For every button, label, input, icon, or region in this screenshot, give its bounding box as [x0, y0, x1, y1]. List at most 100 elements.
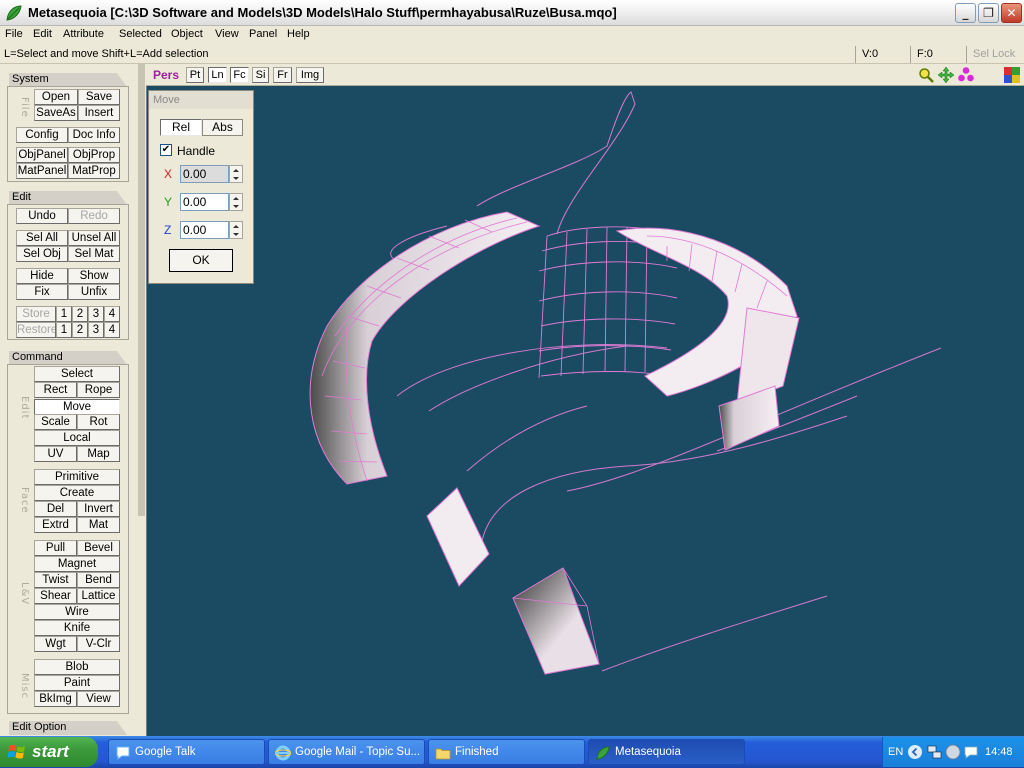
primitive-tool-button[interactable]: Primitive: [34, 469, 120, 485]
rope-tool-button[interactable]: Rope: [77, 382, 120, 398]
store-slot-1[interactable]: 1: [56, 306, 72, 322]
doc-info-button[interactable]: Doc Info: [68, 127, 120, 143]
sel-all-button[interactable]: Sel All: [16, 230, 68, 246]
store-slot-3[interactable]: 3: [88, 306, 104, 322]
paint-tool-button[interactable]: Paint: [34, 675, 120, 691]
wire-tool-button[interactable]: Wire: [34, 604, 120, 620]
pull-tool-button[interactable]: Pull: [34, 540, 77, 556]
blob-tool-button[interactable]: Blob: [34, 659, 120, 675]
bkimg-tool-button[interactable]: BkImg: [34, 691, 77, 707]
move-dialog-title[interactable]: Move: [149, 91, 253, 109]
y-value-input[interactable]: 0.00: [180, 193, 229, 211]
objpanel-button[interactable]: ObjPanel: [16, 147, 68, 163]
insert-button[interactable]: Insert: [78, 105, 120, 121]
del-tool-button[interactable]: Del: [34, 501, 77, 517]
sel-obj-button[interactable]: Sel Obj: [16, 246, 68, 262]
point-toggle[interactable]: Pt: [186, 67, 204, 83]
3d-viewport[interactable]: [146, 86, 1024, 736]
network-icon[interactable]: [927, 744, 943, 760]
store-slot-4[interactable]: 4: [104, 306, 120, 322]
y-spinner[interactable]: [229, 193, 243, 211]
shear-tool-button[interactable]: Shear: [34, 588, 77, 604]
view-mode-label[interactable]: Pers: [153, 68, 179, 82]
bend-tool-button[interactable]: Bend: [77, 572, 120, 588]
rot-tool-button[interactable]: Rot: [77, 414, 120, 430]
task-google-mail[interactable]: Google Mail - Topic Su...: [268, 739, 425, 765]
restore-button[interactable]: Restore: [16, 322, 56, 338]
menu-panel[interactable]: Panel: [249, 28, 277, 40]
zoom-icon[interactable]: [918, 67, 934, 83]
restore-slot-2[interactable]: 2: [72, 322, 88, 338]
menu-edit[interactable]: Edit: [33, 28, 52, 40]
x-spinner[interactable]: [229, 165, 243, 183]
menu-object[interactable]: Object: [171, 28, 203, 40]
local-tool-button[interactable]: Local: [34, 430, 120, 446]
hide-button[interactable]: Hide: [16, 268, 68, 284]
menu-selected[interactable]: Selected: [119, 28, 162, 40]
store-button[interactable]: Store: [16, 306, 56, 322]
select-tool-button[interactable]: Select: [34, 366, 120, 382]
fix-button[interactable]: Fix: [16, 284, 68, 300]
language-indicator[interactable]: EN: [888, 746, 903, 758]
task-metasequoia[interactable]: Metasequoia: [588, 739, 745, 765]
restore-slot-4[interactable]: 4: [104, 322, 120, 338]
frame-toggle[interactable]: Fr: [273, 67, 292, 83]
rel-tab[interactable]: Rel: [160, 119, 202, 136]
invert-tool-button[interactable]: Invert: [77, 501, 120, 517]
show-button[interactable]: Show: [68, 268, 120, 284]
menu-help[interactable]: Help: [287, 28, 310, 40]
silhouette-toggle[interactable]: Si: [252, 67, 269, 83]
z-value-input[interactable]: 0.00: [180, 221, 229, 239]
open-button[interactable]: Open: [34, 89, 78, 105]
redo-button[interactable]: Redo: [68, 208, 120, 224]
start-button[interactable]: start: [0, 737, 98, 767]
view-tool-button[interactable]: View: [77, 691, 120, 707]
chevron-left-icon[interactable]: [907, 744, 923, 760]
unfix-button[interactable]: Unfix: [68, 284, 120, 300]
x-value-input[interactable]: 0.00: [180, 165, 229, 183]
scale-tool-button[interactable]: Scale: [34, 414, 77, 430]
handle-checkbox[interactable]: ✔: [160, 144, 172, 156]
create-tool-button[interactable]: Create: [34, 485, 120, 501]
extrd-tool-button[interactable]: Extrd: [34, 517, 77, 533]
move-view-icon[interactable]: [938, 67, 954, 83]
save-button[interactable]: Save: [78, 89, 120, 105]
ok-button[interactable]: OK: [169, 249, 233, 272]
sel-lock-button[interactable]: Sel Lock: [966, 46, 1024, 63]
bevel-tool-button[interactable]: Bevel: [77, 540, 120, 556]
map-tool-button[interactable]: Map: [77, 446, 120, 462]
objprop-button[interactable]: ObjProp: [68, 147, 120, 163]
matpanel-button[interactable]: MatPanel: [16, 163, 68, 179]
restore-button[interactable]: ❐: [978, 3, 999, 23]
line-toggle[interactable]: Ln: [208, 67, 227, 83]
unsel-all-button[interactable]: Unsel All: [68, 230, 120, 246]
title-bar[interactable]: Metasequoia [C:\3D Software and Models\3…: [0, 0, 1024, 26]
menu-view[interactable]: View: [215, 28, 239, 40]
uv-tool-button[interactable]: UV: [34, 446, 77, 462]
image-toggle[interactable]: Img: [296, 67, 324, 83]
task-google-talk[interactable]: Google Talk: [108, 739, 265, 765]
mat-tool-button[interactable]: Mat: [77, 517, 120, 533]
sel-mat-button[interactable]: Sel Mat: [68, 246, 120, 262]
rect-tool-button[interactable]: Rect: [34, 382, 77, 398]
undo-button[interactable]: Undo: [16, 208, 68, 224]
chat-bubble-icon[interactable]: [963, 744, 979, 760]
matprop-button[interactable]: MatProp: [68, 163, 120, 179]
twist-tool-button[interactable]: Twist: [34, 572, 77, 588]
vclr-tool-button[interactable]: V-Clr: [77, 636, 120, 652]
restore-slot-3[interactable]: 3: [88, 322, 104, 338]
knife-tool-button[interactable]: Knife: [34, 620, 120, 636]
saveas-button[interactable]: SaveAs: [34, 105, 78, 121]
rotate-view-icon[interactable]: [958, 67, 974, 83]
messenger-icon[interactable]: [945, 744, 961, 760]
magnet-tool-button[interactable]: Magnet: [34, 556, 120, 572]
config-button[interactable]: Config: [16, 127, 68, 143]
panel-scrollbar[interactable]: [138, 64, 145, 516]
wgt-tool-button[interactable]: Wgt: [34, 636, 77, 652]
task-finished-folder[interactable]: Finished: [428, 739, 585, 765]
grid-icon[interactable]: [1004, 67, 1020, 83]
close-button[interactable]: ✕: [1001, 3, 1022, 23]
menu-attribute[interactable]: Attribute: [63, 28, 104, 40]
move-tool-button[interactable]: Move: [34, 399, 120, 415]
z-spinner[interactable]: [229, 221, 243, 239]
